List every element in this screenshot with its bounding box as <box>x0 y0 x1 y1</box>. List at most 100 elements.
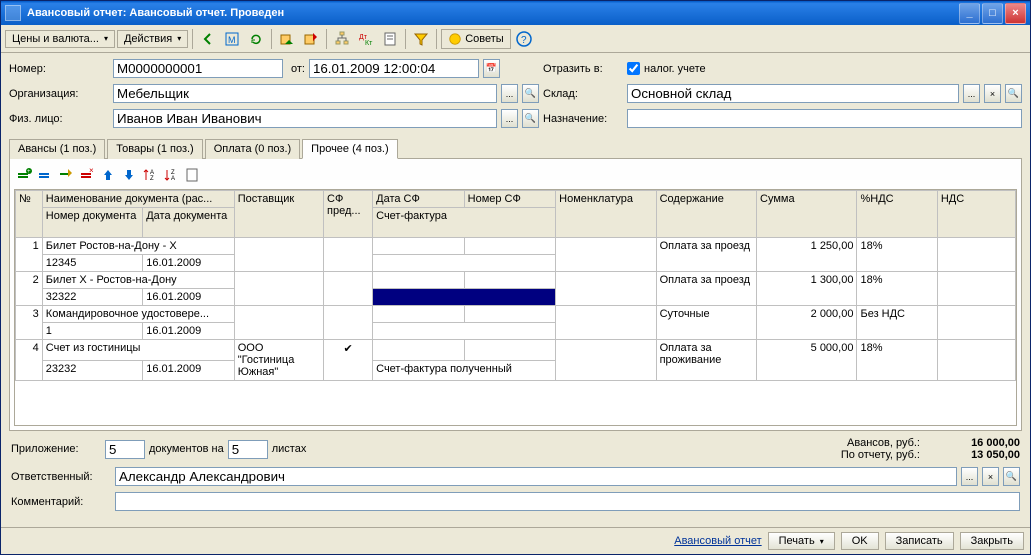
dtkt-icon[interactable]: ДтКт <box>355 28 377 50</box>
add-row-icon[interactable]: + <box>14 165 34 185</box>
attach-label2: документов на <box>149 443 224 455</box>
action-bar: Авансовый отчет Печать OK Записать Закры… <box>1 527 1030 554</box>
report-total-value: 13 050,00 <box>930 449 1020 461</box>
table-row[interactable]: 3Командировочное удостовере...Суточные2 … <box>16 306 1016 323</box>
minimize-button[interactable]: _ <box>959 3 980 24</box>
comment-label: Комментарий: <box>11 496 111 508</box>
col-n[interactable]: № <box>16 191 43 238</box>
table-row[interactable]: 2Билет Х - Ростов-на-ДонуОплата за проез… <box>16 272 1016 289</box>
svg-text:Кт: Кт <box>365 40 373 47</box>
copy-row-icon[interactable] <box>35 165 55 185</box>
fill-icon[interactable] <box>182 165 202 185</box>
col-post[interactable]: Поставщик <box>234 191 323 238</box>
svg-text:×: × <box>89 167 94 175</box>
org-open-icon[interactable]: 🔍 <box>522 84 539 103</box>
col-docname[interactable]: Наименование документа (рас... <box>42 191 234 208</box>
move-up-icon[interactable] <box>98 165 118 185</box>
sklad-field[interactable] <box>627 84 959 103</box>
tips-button[interactable]: Советы <box>441 29 510 49</box>
svg-text:Z: Z <box>150 176 154 182</box>
number-field[interactable] <box>113 59 283 78</box>
col-sfdate[interactable]: Дата СФ <box>373 191 465 208</box>
table-row[interactable]: 4Счет из гостиницыООО "Гостиница Южная"✔… <box>16 340 1016 361</box>
responsible-label: Ответственный: <box>11 471 111 483</box>
write-button[interactable]: Записать <box>885 532 954 550</box>
titlebar: Авансовый отчет: Авансовый отчет. Провед… <box>1 1 1030 25</box>
advance-report-link[interactable]: Авансовый отчет <box>674 535 761 547</box>
fiz-select-icon[interactable]: ... <box>501 109 518 128</box>
reflect-label: Отразить в: <box>543 63 623 75</box>
unpost-icon[interactable] <box>300 28 322 50</box>
back-icon[interactable] <box>197 28 219 50</box>
filter-icon[interactable] <box>410 28 432 50</box>
tab-other[interactable]: Прочее (4 поз.) <box>302 139 397 159</box>
fiz-field[interactable] <box>113 109 497 128</box>
from-label: от: <box>291 63 305 75</box>
sklad-open-icon[interactable]: 🔍 <box>1005 84 1022 103</box>
svg-text:A: A <box>171 176 175 182</box>
print-button[interactable]: Печать <box>768 532 835 550</box>
refresh-icon[interactable] <box>245 28 267 50</box>
date-field[interactable] <box>309 59 479 78</box>
tabs: Авансы (1 поз.) Товары (1 поз.) Оплата (… <box>9 138 1022 159</box>
col-nds[interactable]: НДС <box>937 191 1015 238</box>
sort-asc-icon[interactable]: AZ <box>140 165 160 185</box>
close-button[interactable]: × <box>1005 3 1026 24</box>
col-sf[interactable]: Счет-фактура <box>373 208 556 238</box>
tab-payment[interactable]: Оплата (0 поз.) <box>205 139 300 159</box>
delete-row-icon[interactable]: × <box>77 165 97 185</box>
resp-clear-icon[interactable]: × <box>982 467 999 486</box>
date-picker-icon[interactable]: 📅 <box>483 59 500 78</box>
window-title: Авансовый отчет: Авансовый отчет. Провед… <box>25 7 959 19</box>
col-sum[interactable]: Сумма <box>757 191 857 238</box>
svg-text:?: ? <box>521 35 527 46</box>
tax-account-checkbox[interactable]: налог. учете <box>627 62 706 75</box>
resp-select-icon[interactable]: ... <box>961 467 978 486</box>
col-ndsp[interactable]: %НДС <box>857 191 937 238</box>
report-icon[interactable] <box>379 28 401 50</box>
col-nom[interactable]: Номенклатура <box>556 191 656 238</box>
help-icon[interactable]: ? <box>513 28 535 50</box>
svg-text:M: M <box>228 35 236 45</box>
org-label: Организация: <box>9 88 109 100</box>
sklad-clear-icon[interactable]: × <box>984 84 1001 103</box>
col-cont[interactable]: Содержание <box>656 191 756 238</box>
main-toolbar: Цены и валюта... Действия M ДтКт Советы … <box>1 25 1030 53</box>
grid-toolbar: + × AZ ZA <box>14 163 1017 189</box>
nazn-field[interactable] <box>627 109 1022 128</box>
post-icon[interactable] <box>276 28 298 50</box>
close-window-button[interactable]: Закрыть <box>960 532 1024 550</box>
move-down-icon[interactable] <box>119 165 139 185</box>
org-field[interactable] <box>113 84 497 103</box>
resp-open-icon[interactable]: 🔍 <box>1003 467 1020 486</box>
tab-goods[interactable]: Товары (1 поз.) <box>107 139 202 159</box>
comment-field[interactable] <box>115 492 1020 511</box>
edit-row-icon[interactable] <box>56 165 76 185</box>
sheets-count-field[interactable] <box>228 440 268 459</box>
fiz-open-icon[interactable]: 🔍 <box>522 109 539 128</box>
nazn-label: Назначение: <box>543 113 623 125</box>
maximize-button[interactable]: □ <box>982 3 1003 24</box>
col-docnum[interactable]: Номер документа <box>42 208 142 238</box>
grid[interactable]: № Наименование документа (рас... Поставщ… <box>14 189 1017 426</box>
sort-desc-icon[interactable]: ZA <box>161 165 181 185</box>
ok-button[interactable]: OK <box>841 532 879 550</box>
docflow-icon[interactable]: M <box>221 28 243 50</box>
col-docdate[interactable]: Дата документа <box>143 208 235 238</box>
attach-label3: листах <box>272 443 307 455</box>
attach-label: Приложение: <box>11 443 101 455</box>
responsible-field[interactable] <box>115 467 957 486</box>
app-icon <box>5 5 21 21</box>
col-sfnum[interactable]: Номер СФ <box>464 191 556 208</box>
table-row[interactable]: 1Билет Ростов-на-Дону - ХОплата за проез… <box>16 238 1016 255</box>
tab-advances[interactable]: Авансы (1 поз.) <box>9 139 105 159</box>
actions-dropdown[interactable]: Действия <box>117 30 188 48</box>
prices-currency-button[interactable]: Цены и валюта... <box>5 30 115 48</box>
col-sfp[interactable]: СФ пред... <box>324 191 373 238</box>
structure-icon[interactable] <box>331 28 353 50</box>
report-total-label: По отчету, руб.: <box>841 449 920 461</box>
docs-count-field[interactable] <box>105 440 145 459</box>
fiz-label: Физ. лицо: <box>9 113 109 125</box>
sklad-select-icon[interactable]: ... <box>963 84 980 103</box>
org-select-icon[interactable]: ... <box>501 84 518 103</box>
